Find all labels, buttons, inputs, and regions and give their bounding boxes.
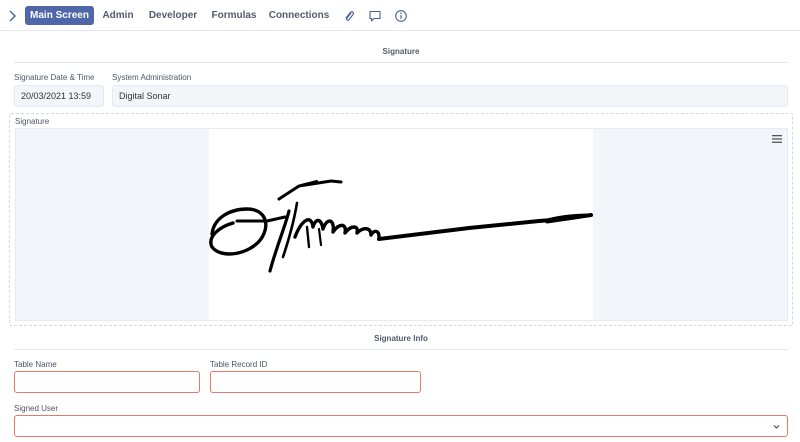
signed-user-label: Signed User: [14, 404, 59, 413]
signature-image: [209, 129, 593, 320]
chevron-right-icon[interactable]: [5, 8, 19, 24]
paperclip-icon[interactable]: [342, 9, 356, 23]
signature-label: Signature: [15, 117, 50, 126]
info-icon[interactable]: [394, 9, 408, 23]
signature-date-label: Signature Date & Time: [14, 73, 95, 82]
table-name-label: Table Name: [14, 360, 57, 369]
table-name-input[interactable]: [14, 371, 200, 393]
hamburger-menu-icon[interactable]: [771, 134, 783, 144]
signature-info-section-title: Signature Info: [14, 334, 788, 350]
tab-developer[interactable]: Developer: [146, 6, 200, 25]
signature-section-title: Signature: [14, 47, 788, 63]
system-admin-field: Digital Sonar: [112, 85, 788, 107]
signed-user-select[interactable]: [14, 415, 788, 437]
tab-main-screen[interactable]: Main Screen: [25, 6, 94, 25]
comment-icon[interactable]: [368, 9, 382, 23]
signature-date-field: 20/03/2021 13:59: [14, 85, 104, 107]
tab-admin[interactable]: Admin: [98, 6, 138, 25]
table-record-id-label: Table Record ID: [210, 360, 268, 369]
tab-formulas[interactable]: Formulas: [208, 6, 260, 25]
top-nav-bar: Main Screen Admin Developer Formulas Con…: [0, 0, 800, 31]
table-record-id-input[interactable]: [210, 371, 421, 393]
tab-connections[interactable]: Connections: [268, 6, 330, 25]
chevron-down-icon: [772, 422, 781, 431]
system-admin-label: System Administration: [112, 73, 192, 82]
